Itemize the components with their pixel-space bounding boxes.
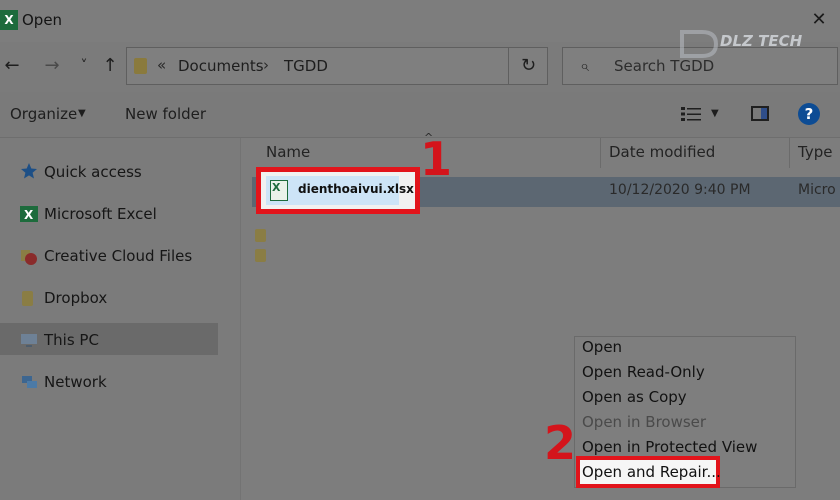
- menu-item-open[interactable]: Open: [582, 338, 622, 360]
- file-type: Micro: [798, 182, 836, 198]
- creative-cloud-icon: [20, 247, 38, 265]
- column-header-date-modified[interactable]: Date modified: [609, 143, 715, 161]
- arrow-right-icon: →: [44, 55, 60, 76]
- recent-locations-button[interactable]: ˅: [72, 53, 96, 79]
- chevron-down-icon: ˅: [80, 58, 88, 74]
- network-icon: [20, 373, 38, 391]
- chevron-down-icon[interactable]: ▼: [711, 108, 719, 119]
- column-divider[interactable]: [789, 138, 790, 168]
- column-header-name[interactable]: Name: [266, 143, 310, 161]
- sidebar-item-microsoft-excel[interactable]: Microsoft Excel: [44, 205, 157, 223]
- help-icon[interactable]: ?: [798, 103, 820, 125]
- chevron-down-icon: ▼: [78, 108, 86, 119]
- sidebar-item-quick-access[interactable]: Quick access: [44, 163, 142, 181]
- refresh-button[interactable]: ↻: [508, 47, 548, 85]
- new-folder-button[interactable]: New folder: [125, 105, 206, 123]
- navigation-pane: [0, 138, 240, 500]
- preview-pane-fill: [761, 108, 767, 119]
- organize-button[interactable]: Organize: [10, 105, 77, 123]
- refresh-icon: ↻: [520, 55, 537, 76]
- excel-app-icon: X: [0, 10, 18, 30]
- back-button[interactable]: ←: [0, 53, 24, 79]
- menu-item-open-as-copy[interactable]: Open as Copy: [582, 388, 687, 410]
- breadcrumb-separator[interactable]: ›: [263, 56, 269, 74]
- breadcrumb-documents[interactable]: Documents: [178, 57, 264, 75]
- forward-button[interactable]: →: [40, 53, 64, 79]
- folder-icon: [255, 229, 266, 242]
- folder-icon: [255, 249, 266, 262]
- excel-file-icon-letter: X: [272, 181, 281, 194]
- close-button[interactable]: ✕: [804, 6, 834, 34]
- breadcrumb-overflow[interactable]: «: [157, 56, 166, 74]
- breadcrumb-tgdd[interactable]: TGDD: [284, 57, 328, 75]
- pc-icon: [20, 331, 38, 349]
- dialog-title: Open: [22, 11, 63, 29]
- column-header-type[interactable]: Type: [798, 143, 832, 161]
- dropbox-icon: [20, 289, 38, 307]
- column-divider[interactable]: [600, 138, 601, 168]
- excel-icon: X: [20, 205, 38, 223]
- star-icon: [20, 162, 38, 180]
- menu-item-open-and-repair[interactable]: Open and Repair...: [582, 463, 721, 485]
- folder-icon: [134, 58, 147, 74]
- svg-text:X: X: [24, 208, 34, 222]
- step-1-label: 1: [420, 132, 453, 186]
- menu-item-open-in-browser: Open in Browser: [582, 413, 707, 431]
- search-icon: ⌕: [580, 56, 589, 75]
- file-date-modified: 10/12/2020 9:40 PM: [609, 182, 751, 198]
- up-button[interactable]: ↑: [98, 53, 122, 79]
- file-name[interactable]: dienthoaivui.xlsx: [298, 182, 414, 196]
- arrow-up-icon: ↑: [102, 55, 118, 76]
- watermark-text: DLZ TECH: [720, 32, 803, 50]
- step-2-label: 2: [544, 416, 577, 470]
- sidebar-item-dropbox[interactable]: Dropbox: [44, 289, 107, 307]
- menu-item-open-read-only[interactable]: Open Read-Only: [582, 363, 705, 385]
- sidebar-item-network[interactable]: Network: [44, 373, 107, 391]
- arrow-left-icon: ←: [4, 55, 20, 76]
- sidebar-item-this-pc[interactable]: This PC: [44, 331, 99, 349]
- view-options-icon[interactable]: [680, 105, 702, 123]
- close-icon: ✕: [811, 9, 827, 30]
- sidebar-item-creative-cloud-files[interactable]: Creative Cloud Files: [44, 247, 192, 265]
